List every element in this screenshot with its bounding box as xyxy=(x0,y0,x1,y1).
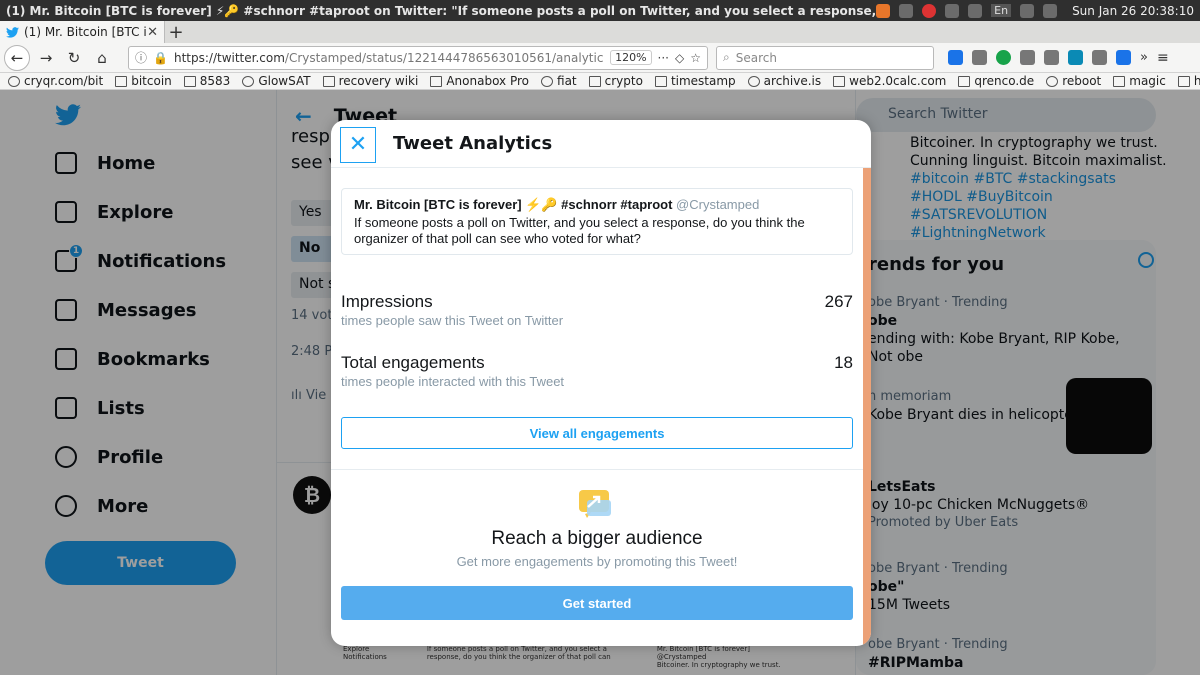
engagements-description: times people interacted with this Tweet xyxy=(341,374,565,389)
sidebar-icon[interactable] xyxy=(1020,50,1035,65)
tab-close-icon[interactable]: ✕ xyxy=(147,25,158,40)
download-icon[interactable] xyxy=(948,50,963,65)
bookmark-item[interactable]: hosting xyxy=(1177,74,1200,88)
bookmark-item[interactable]: 8583 xyxy=(183,74,230,88)
promo-title: Reach a bigger audience xyxy=(491,528,703,549)
extension-icon[interactable] xyxy=(1092,50,1107,65)
bookmark-item[interactable]: archive.is xyxy=(747,74,821,88)
new-tab-button[interactable]: + xyxy=(165,21,187,43)
lock-icon[interactable]: 🔒 xyxy=(153,51,168,65)
bookmark-folder-icon xyxy=(8,75,20,87)
impressions-description: times people saw this Tweet on Twitter xyxy=(341,313,564,328)
url-text[interactable]: https://twitter.com/Crystamped/status/12… xyxy=(174,51,604,65)
bookmark-folder-icon xyxy=(322,75,335,87)
promote-arrow-icon xyxy=(579,490,611,518)
bookmark-folder-icon xyxy=(654,75,667,87)
promo-subtitle: Get more engagements by promoting this T… xyxy=(456,554,738,569)
bookmark-folder-icon xyxy=(833,75,846,87)
search-bar[interactable]: ⌕ Search xyxy=(716,45,934,70)
modal-scrollbar[interactable] xyxy=(863,168,871,646)
page-actions-icon[interactable]: ··· xyxy=(658,51,669,65)
bookmark-item[interactable]: magic xyxy=(1113,74,1166,88)
menu-icon[interactable]: ≡ xyxy=(1157,50,1169,66)
bookmark-item[interactable]: Anonabox Pro xyxy=(430,74,529,88)
extension-badge-icon[interactable] xyxy=(1068,50,1083,65)
extension-s-icon[interactable] xyxy=(1116,50,1131,65)
wifi-icon[interactable] xyxy=(945,3,960,18)
tweet-analytics-modal: ✕ Tweet Analytics Mr. Bitcoin [BTC is fo… xyxy=(331,120,871,646)
vlc-icon[interactable] xyxy=(876,3,891,18)
bookmark-item[interactable]: qrenco.de xyxy=(958,74,1034,88)
bookmark-item[interactable]: web2.0calc.com xyxy=(833,74,946,88)
star-icon[interactable]: ☆ xyxy=(690,51,701,65)
toolbar-extensions: » ≡ xyxy=(948,50,1169,66)
bookmark-item[interactable]: GlowSAT xyxy=(242,74,311,88)
chrome-icon[interactable] xyxy=(922,3,937,18)
view-all-engagements-button[interactable]: View all engagements xyxy=(341,417,853,449)
bookmark-item[interactable]: bitcoin xyxy=(115,74,172,88)
twitter-favicon-icon xyxy=(6,26,19,38)
system-tray: En Sun Jan 26 20:38:10 xyxy=(876,3,1194,18)
modal-header: ✕ Tweet Analytics xyxy=(331,120,871,168)
tab-strip: (1) Mr. Bitcoin [BTC is fo ✕ + xyxy=(0,21,1200,43)
get-started-button[interactable]: Get started xyxy=(341,586,853,620)
bookmarks-bar: cryqr.com/bit bitcoin 8583 GlowSAT recovery … xyxy=(0,73,1200,90)
library-icon[interactable] xyxy=(972,50,987,65)
bookmark-folder-icon xyxy=(958,75,971,87)
tweet-author: Mr. Bitcoin [BTC is forever] ⚡🔑 #schnorr… xyxy=(354,197,760,212)
transfer-icon[interactable] xyxy=(968,3,983,18)
bookmark-folder-icon xyxy=(541,75,554,87)
bookmark-item[interactable]: timestamp xyxy=(654,74,736,88)
impressions-value: 267 xyxy=(824,292,853,311)
system-clock[interactable]: Sun Jan 26 20:38:10 xyxy=(1072,4,1194,18)
navigation-bar: ← → ↻ ⌂ ⓘ 🔒 https://twitter.com/Crystamp… xyxy=(0,43,1200,73)
bookmark-item[interactable]: crypto xyxy=(588,74,643,88)
bookmark-folder-icon xyxy=(430,75,443,87)
keyboard-layout[interactable]: En xyxy=(991,4,1012,17)
engagements-metric: Total engagements 18 times people intera… xyxy=(341,353,853,389)
bookmark-folder-icon xyxy=(1113,75,1126,87)
bookmark-folder-icon xyxy=(242,75,255,87)
tweet-handle: @Crystamped xyxy=(676,197,760,212)
screenshot-icon[interactable] xyxy=(1044,50,1059,65)
zoom-level[interactable]: 120% xyxy=(610,50,652,65)
tweet-preview-card: Mr. Bitcoin [BTC is forever] ⚡🔑 #schnorr… xyxy=(341,188,853,255)
bluetooth-icon[interactable] xyxy=(1020,3,1035,18)
window-title: (1) Mr. Bitcoin [BTC is forever] ⚡🔑 #sch… xyxy=(6,3,877,18)
impressions-metric: Impressions 267 times people saw this Tw… xyxy=(341,292,853,328)
bookmark-item[interactable]: cryqr.com/bit xyxy=(8,74,103,88)
bookmark-item[interactable]: reboot xyxy=(1046,74,1101,88)
os-title-bar: (1) Mr. Bitcoin [BTC is forever] ⚡🔑 #sch… xyxy=(0,0,1200,21)
search-icon: ⌕ xyxy=(723,50,730,64)
engagements-value: 18 xyxy=(834,353,853,372)
home-button[interactable]: ⌂ xyxy=(90,46,114,70)
bookmark-folder-icon xyxy=(1046,75,1059,87)
modal-divider xyxy=(331,469,863,470)
modal-title: Tweet Analytics xyxy=(393,133,553,154)
bookmark-folder-icon xyxy=(183,75,196,87)
bookmark-folder-icon xyxy=(1177,75,1190,87)
back-button[interactable]: ← xyxy=(4,44,30,71)
overflow-icon[interactable]: » xyxy=(1140,50,1148,65)
extension-green-icon[interactable] xyxy=(996,50,1011,65)
info-icon[interactable]: ⓘ xyxy=(135,49,147,66)
reload-button[interactable]: ↻ xyxy=(62,46,86,70)
bookmark-item[interactable]: recovery wiki xyxy=(322,74,418,88)
tweet-text: If someone posts a poll on Twitter, and … xyxy=(354,215,805,246)
microphone-icon[interactable] xyxy=(899,3,914,18)
url-bar[interactable]: ⓘ 🔒 https://twitter.com/Crystamped/statu… xyxy=(128,45,708,70)
volume-icon[interactable] xyxy=(1043,3,1058,18)
search-placeholder: Search xyxy=(735,50,777,65)
bookmark-folder-icon xyxy=(115,75,128,87)
tab-title: (1) Mr. Bitcoin [BTC is fo xyxy=(24,25,147,39)
bookmark-item[interactable]: fiat xyxy=(541,74,577,88)
bookmark-folder-icon xyxy=(588,75,601,87)
browser-tab[interactable]: (1) Mr. Bitcoin [BTC is fo ✕ xyxy=(0,21,165,43)
bookmark-folder-icon xyxy=(747,75,760,87)
impressions-label: Impressions xyxy=(341,292,433,311)
forward-button[interactable]: → xyxy=(34,46,58,70)
engagements-label: Total engagements xyxy=(341,353,485,372)
close-icon[interactable]: ✕ xyxy=(340,127,376,163)
pocket-icon[interactable]: ◇ xyxy=(675,51,684,65)
